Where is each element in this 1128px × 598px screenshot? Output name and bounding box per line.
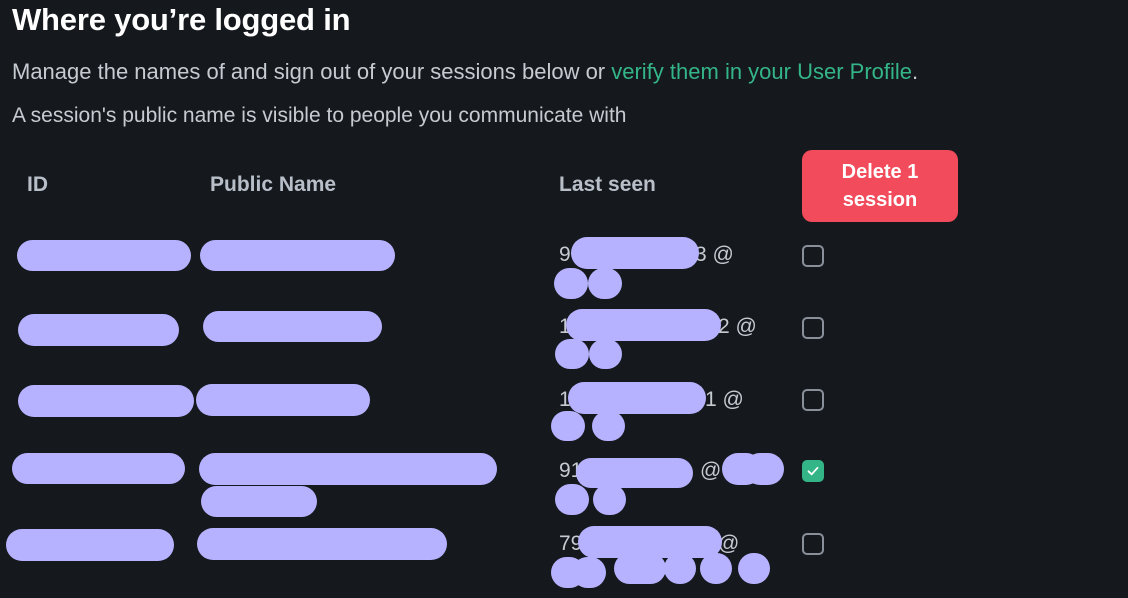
redacted-last-seen-detail	[738, 553, 770, 584]
description-suffix: .	[912, 59, 919, 84]
redacted-public-name[interactable]	[199, 453, 497, 485]
redacted-last-seen-detail	[592, 411, 625, 441]
redacted-last-seen-ip	[571, 237, 699, 269]
redacted-last-seen-detail	[700, 553, 732, 584]
redacted-public-name[interactable]	[196, 384, 370, 416]
session-select-checkbox[interactable]	[802, 317, 824, 339]
redacted-last-seen-ip	[566, 309, 721, 341]
column-header-id: ID	[27, 173, 48, 196]
redacted-session-id	[18, 314, 179, 346]
check-icon	[807, 466, 819, 476]
last-seen-end: @	[700, 459, 722, 482]
last-seen-start: 9	[559, 243, 571, 266]
redacted-public-name-overflow	[201, 486, 317, 517]
redacted-last-seen-detail	[551, 411, 585, 441]
delete-sessions-button[interactable]: Delete 1 session	[802, 150, 958, 222]
redacted-last-seen-ip	[576, 458, 693, 488]
session-select-checkbox[interactable]	[802, 389, 824, 411]
redacted-last-seen-detail	[572, 557, 606, 588]
redacted-last-seen-detail	[554, 268, 588, 299]
page-description: Manage the names of and sign out of your…	[12, 59, 918, 85]
redacted-last-seen-detail	[744, 453, 784, 485]
redacted-public-name[interactable]	[203, 311, 382, 342]
last-seen-end: 1 @	[705, 388, 744, 411]
session-select-checkbox[interactable]	[802, 460, 824, 482]
sessions-page: Where you’re logged in Manage the names …	[0, 0, 1128, 598]
session-select-checkbox[interactable]	[802, 245, 824, 267]
redacted-public-name[interactable]	[197, 528, 447, 560]
session-select-checkbox[interactable]	[802, 533, 824, 555]
redacted-last-seen-detail	[593, 484, 626, 515]
redacted-session-id	[12, 453, 185, 484]
column-header-last-seen: Last seen	[559, 173, 656, 196]
redacted-last-seen-detail	[664, 553, 696, 584]
redacted-last-seen-detail	[614, 553, 666, 584]
redacted-last-seen-detail	[589, 339, 622, 369]
redacted-public-name[interactable]	[200, 240, 395, 271]
redacted-last-seen-ip	[568, 382, 706, 414]
last-seen-end: 3 @	[695, 243, 734, 266]
redacted-last-seen-detail	[588, 268, 622, 299]
redacted-session-id	[18, 385, 194, 417]
column-header-public-name: Public Name	[210, 173, 337, 196]
redacted-session-id	[6, 529, 174, 561]
verify-sessions-link[interactable]: verify them in your User Profile	[611, 59, 912, 84]
page-title: Where you’re logged in	[12, 2, 351, 37]
last-seen-end: 2 @	[718, 315, 757, 338]
redacted-session-id	[17, 240, 191, 271]
redacted-last-seen-detail	[555, 339, 589, 369]
description-text: Manage the names of and sign out of your…	[12, 59, 612, 84]
redacted-last-seen-detail	[555, 484, 589, 515]
public-name-note: A session's public name is visible to pe…	[12, 104, 627, 127]
